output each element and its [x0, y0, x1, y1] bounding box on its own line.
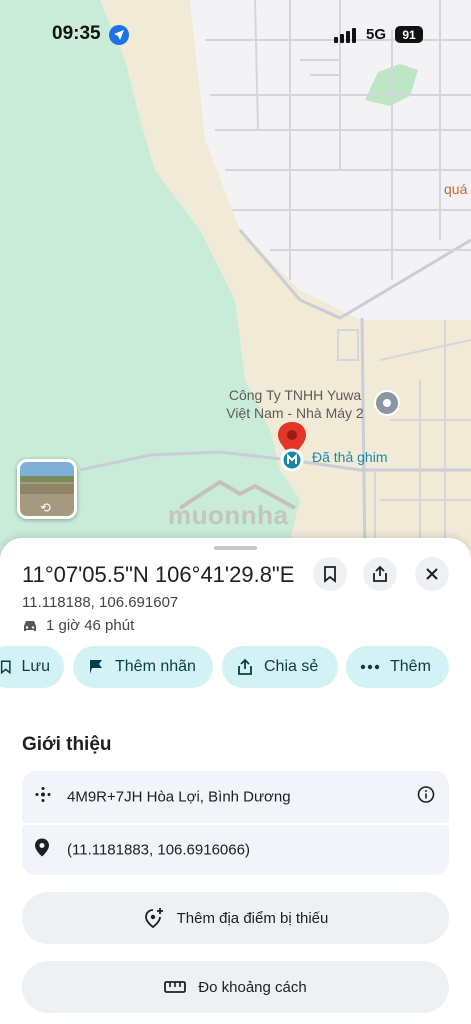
- map-view[interactable]: 09:35 5G 91 quá Công Ty TNHH Yuwa Việt N…: [0, 0, 471, 560]
- precise-coords: (11.1181883, 106.6916066): [67, 841, 250, 859]
- rotate-360-icon: ⟲: [40, 500, 51, 515]
- close-icon: [426, 568, 438, 580]
- dropped-pin-label[interactable]: Đã thả ghim: [312, 449, 387, 465]
- action-chips: Lưu Thêm nhãn Chia sẻ Thêm: [0, 646, 471, 692]
- measure-distance-label: Đo khoảng cách: [198, 978, 307, 996]
- dropped-pin-icon[interactable]: [276, 420, 308, 477]
- share-icon: [373, 565, 387, 582]
- plus-code-row[interactable]: 4M9R+7JH Hòa Lợi, Bình Dương: [22, 771, 449, 823]
- drive-time: 1 giờ 46 phút: [46, 617, 135, 634]
- about-title: Giới thiệu: [22, 734, 112, 755]
- plus-code-icon: [34, 786, 52, 809]
- share-icon: [238, 658, 252, 675]
- measure-distance-button[interactable]: Đo khoảng cách: [22, 961, 449, 1013]
- poi-marker-icon[interactable]: [374, 390, 400, 416]
- car-icon: [24, 620, 36, 631]
- street-view-thumbnail[interactable]: ⟲: [17, 459, 77, 519]
- add-label-chip[interactable]: Thêm nhãn: [73, 646, 213, 688]
- bookmark-button[interactable]: [313, 557, 347, 591]
- more-chip[interactable]: Thêm: [346, 646, 449, 688]
- watermark: muonnha: [168, 500, 289, 530]
- add-missing-place-button[interactable]: Thêm địa điểm bị thiếu: [22, 892, 449, 944]
- coordinates-title: 11°07'05.5"N 106°41'29.8"E: [22, 562, 295, 587]
- save-label: Lưu: [21, 658, 50, 675]
- location-arrow-icon: [109, 25, 129, 45]
- drag-handle[interactable]: [214, 546, 257, 550]
- clock: 09:35: [52, 23, 101, 44]
- share-chip[interactable]: Chia sẻ: [222, 646, 338, 688]
- place-sheet: 11°07'05.5"N 106°41'29.8"E 11.118188, 10…: [0, 538, 471, 1024]
- ruler-icon: [164, 981, 187, 993]
- plus-code: 4M9R+7JH Hòa Lợi, Bình Dương: [67, 788, 291, 806]
- bookmark-icon: [324, 566, 336, 583]
- add-label-label: Thêm nhãn: [115, 658, 196, 675]
- bookmark-icon: [0, 660, 11, 675]
- map-edge-label[interactable]: quá: [444, 181, 467, 197]
- poi-label-line1: Công Ty TNHH Yuwa: [228, 387, 362, 403]
- status-bar: 09:35 5G 91: [0, 0, 471, 66]
- precise-coords-row[interactable]: (11.1181883, 106.6916066): [22, 825, 449, 875]
- info-icon[interactable]: [417, 786, 435, 809]
- save-chip[interactable]: Lưu: [0, 646, 64, 688]
- close-button[interactable]: [415, 557, 449, 591]
- decimal-coordinates: 11.118188, 106.691607: [22, 594, 179, 611]
- poi-label[interactable]: Công Ty TNHH Yuwa Việt Nam - Nhà Máy 2: [200, 386, 390, 422]
- more-dots-icon: [360, 664, 380, 670]
- more-label: Thêm: [390, 658, 431, 675]
- flag-icon: [90, 660, 102, 674]
- battery-icon: 91: [395, 26, 423, 43]
- add-location-icon: [144, 908, 163, 929]
- drive-time-row[interactable]: 1 giờ 46 phút: [22, 617, 134, 634]
- location-pin-icon: [34, 838, 50, 863]
- cellular-signal-icon: [334, 28, 356, 43]
- network-type: 5G: [366, 26, 387, 43]
- share-button-top[interactable]: [363, 557, 397, 591]
- add-missing-place-label: Thêm địa điểm bị thiếu: [176, 909, 329, 927]
- share-label: Chia sẻ: [264, 658, 319, 675]
